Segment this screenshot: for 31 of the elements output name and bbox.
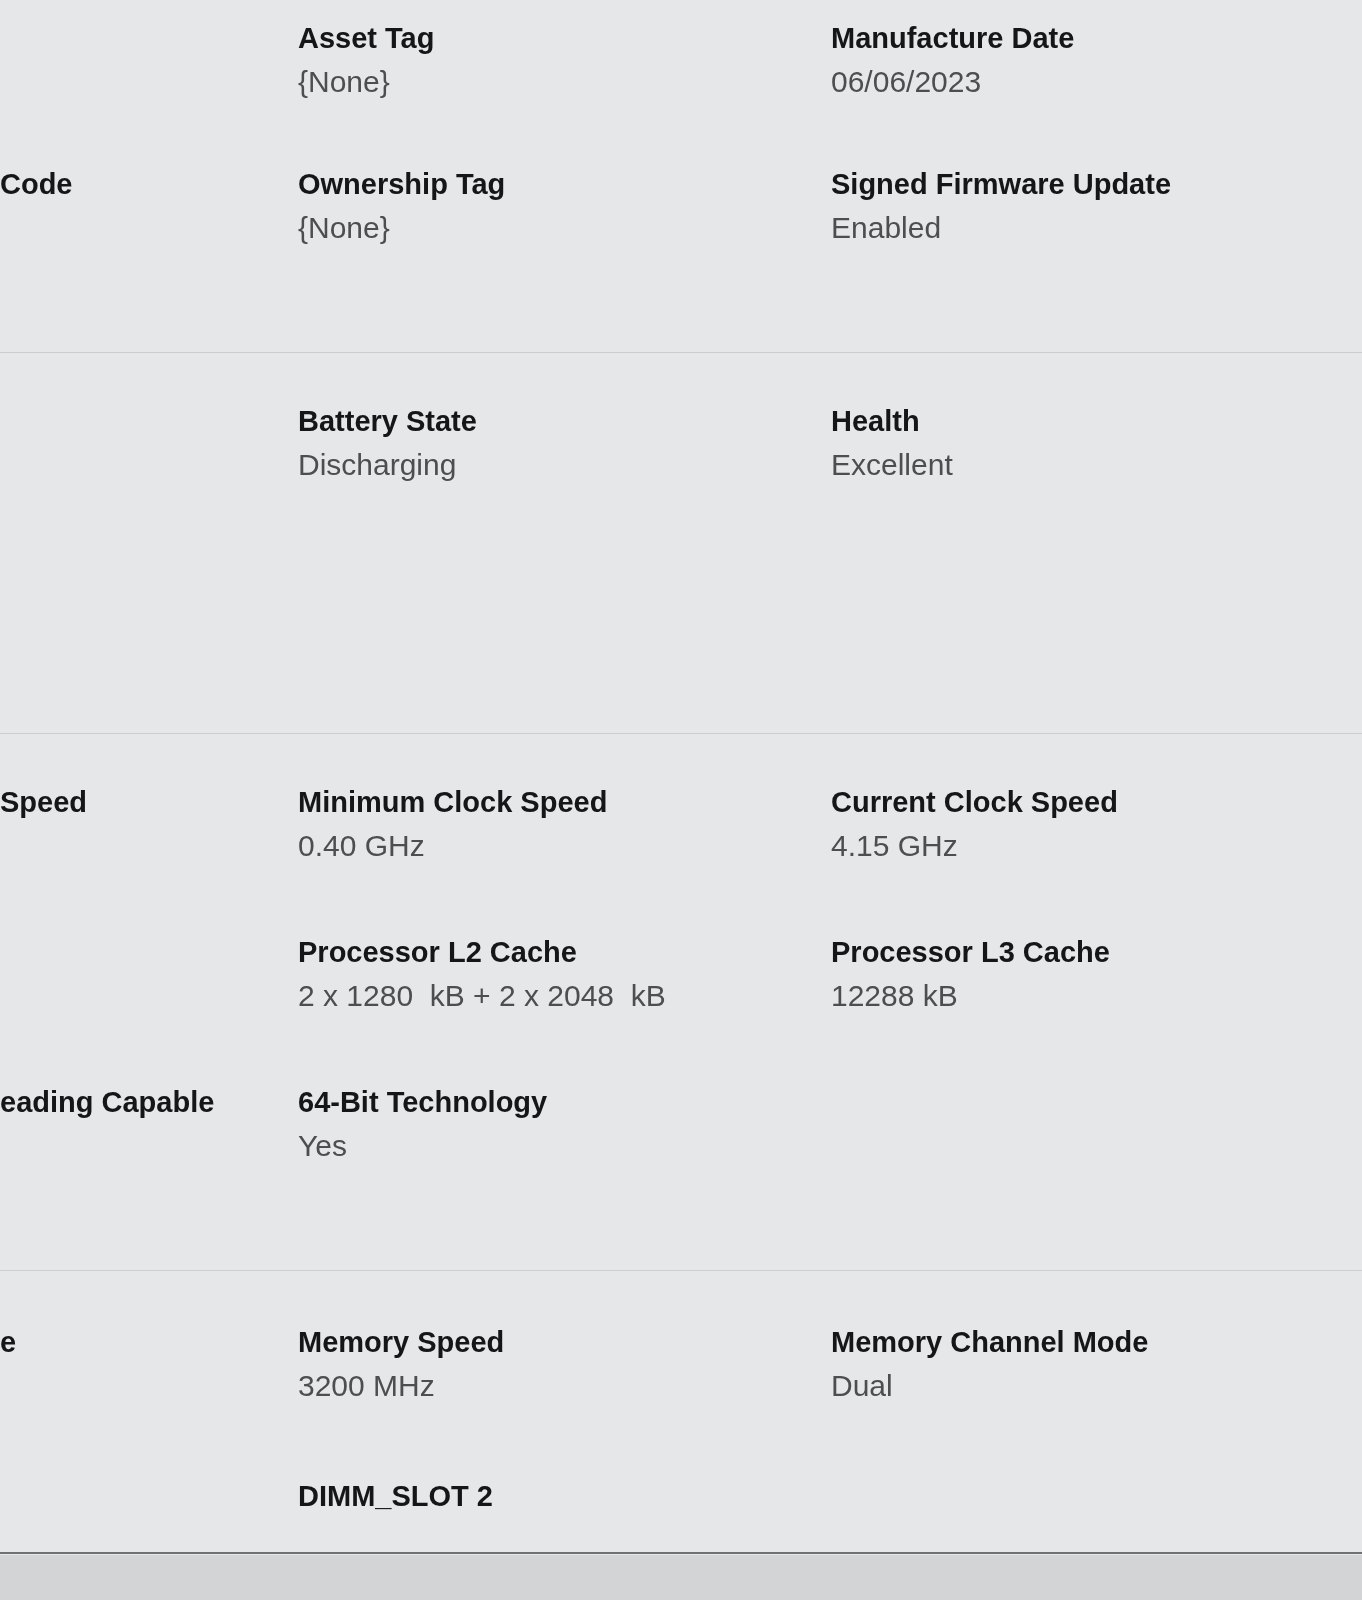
field-value: 12288 kB [831, 978, 958, 1014]
field-label: Code [0, 167, 73, 202]
field-label: DIMM_SLOT 2 [298, 1479, 493, 1514]
field-label: Battery State [298, 404, 477, 439]
field-label: Memory Speed [298, 1325, 505, 1360]
field-value: 06/06/2023 [831, 64, 982, 100]
field-label: Asset Tag [298, 21, 435, 56]
field-label: eading Capable [0, 1085, 215, 1120]
field-label: Signed Firmware Update [831, 167, 1171, 202]
field-label: Speed [0, 785, 88, 820]
field-label: 64-Bit Technology [298, 1085, 548, 1120]
field-label: Health [831, 404, 920, 439]
field-value: Dual [831, 1368, 893, 1404]
field-value: 3200 MHz [298, 1368, 435, 1404]
field-label: Current Clock Speed [831, 785, 1118, 820]
field-value: Discharging [298, 447, 457, 483]
field-value: 0.40 GHz [298, 828, 425, 864]
field-value: {None} [298, 210, 390, 246]
field-value: 4.15 GHz [831, 828, 958, 864]
field-label: Memory Channel Mode [831, 1325, 1149, 1360]
field-value: {None} [298, 64, 390, 100]
field-label: Processor L3 Cache [831, 935, 1110, 970]
field-label: Ownership Tag [298, 167, 506, 202]
field-value: Excellent [831, 447, 953, 483]
field-label: Processor L2 Cache [298, 935, 577, 970]
field-value: Enabled [831, 210, 942, 246]
field-label: e [0, 1325, 17, 1360]
field-value: 2 x 1280 kB + 2 x 2048 kB [298, 978, 666, 1014]
field-label: Minimum Clock Speed [298, 785, 608, 820]
field-value: Yes [298, 1128, 347, 1164]
field-label: Manufacture Date [831, 21, 1075, 56]
